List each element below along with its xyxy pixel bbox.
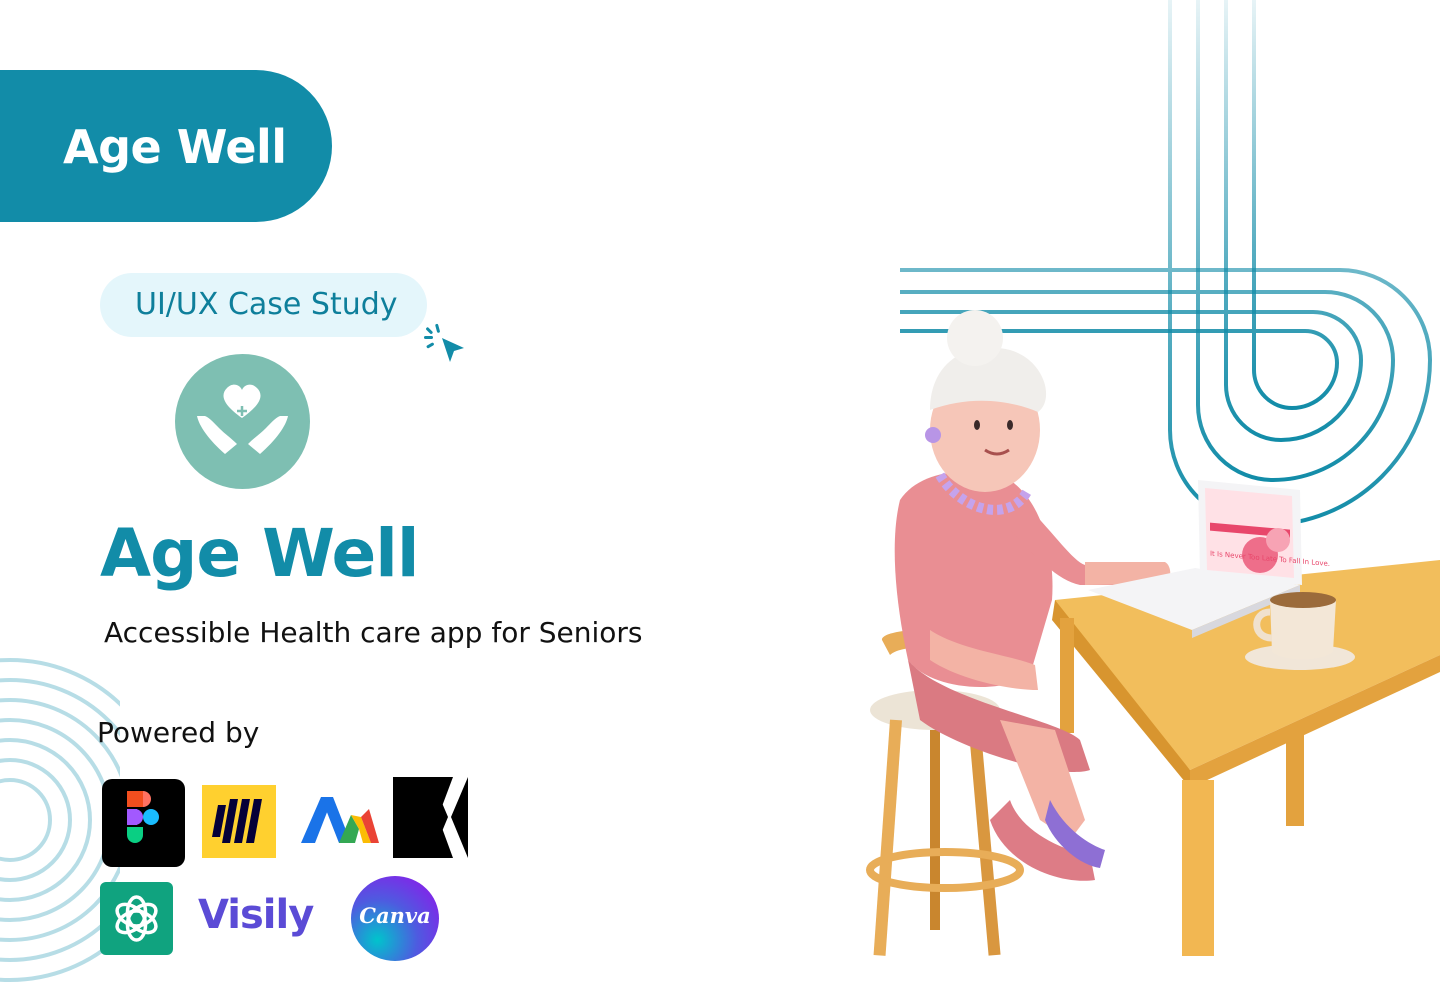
miro-logo-icon	[202, 785, 276, 858]
openai-logo-icon	[100, 882, 173, 955]
brand-header-pill: Age Well	[0, 70, 332, 222]
canva-logo-icon: Canva	[351, 876, 439, 961]
visily-logo-icon: Visily	[198, 892, 314, 938]
case-study-label: UI/UX Case Study	[135, 287, 398, 322]
page-subtitle: Accessible Health care app for Seniors	[104, 616, 643, 649]
heart-hands-icon	[197, 384, 288, 454]
brand-name: Age Well	[63, 120, 287, 174]
page-title: Age Well	[100, 515, 420, 592]
powered-by-label: Powered by	[97, 716, 260, 749]
figma-logo-icon	[102, 779, 185, 867]
senior-woman-laptop-illustration: It Is Never Too Late To Fall In Love.	[866, 310, 1440, 956]
k-logo-icon	[393, 777, 468, 858]
app-logo	[175, 354, 310, 489]
case-study-chip: UI/UX Case Study	[100, 273, 427, 337]
canva-wordmark: Canva	[359, 903, 431, 928]
google-ads-logo-icon	[299, 795, 379, 847]
cursor-click-icon	[424, 323, 464, 362]
